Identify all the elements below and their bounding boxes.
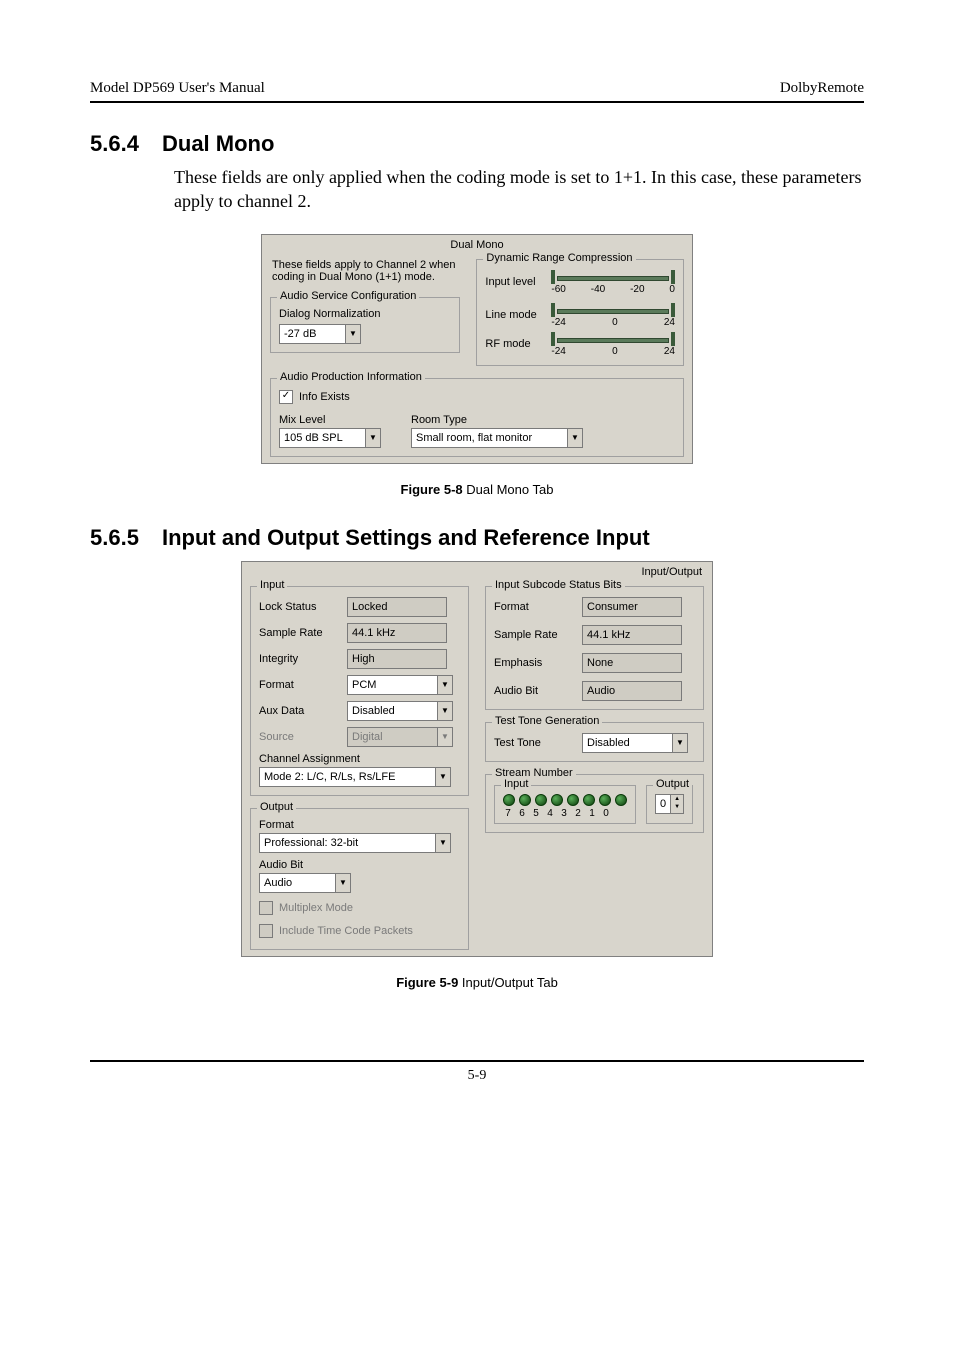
combo-value: -27 dB — [280, 325, 345, 343]
slider-rf-mode[interactable] — [551, 332, 675, 346]
section-body-dual-mono: These fields are only applied when the c… — [174, 165, 864, 214]
page-number: 5-9 — [90, 1068, 864, 1084]
combo-dialog-norm[interactable]: -27 dB ▼ — [279, 324, 361, 344]
label-input-format: Format — [259, 679, 339, 691]
combo-input-format[interactable]: PCM ▼ — [347, 675, 453, 695]
section-number: 5.6.4 — [90, 131, 162, 157]
label-test-tone: Test Tone — [494, 737, 574, 749]
dialog-input-output: Input/Output Input Lock Status Locked Sa… — [241, 561, 713, 957]
label-aux-data: Aux Data — [259, 705, 339, 717]
section-heading-io: 5.6.5Input and Output Settings and Refer… — [90, 525, 864, 551]
chevron-down-icon[interactable]: ▼ — [365, 429, 380, 447]
section-title: Dual Mono — [162, 131, 274, 156]
header-right: DolbyRemote — [780, 80, 864, 97]
field-isb-format: Consumer — [582, 597, 682, 617]
combo-channel-assignment[interactable]: Mode 2: L/C, R/Ls, Rs/LFE ▼ — [259, 767, 451, 787]
section-heading-dual-mono: 5.6.4Dual Mono — [90, 131, 864, 157]
group-test-tone: Test Tone Generation Test Tone Disabled … — [485, 722, 704, 762]
combo-output-format[interactable]: Professional: 32-bit ▼ — [259, 833, 451, 853]
label-integrity: Integrity — [259, 653, 339, 665]
checkbox-multiplex-mode: Multiplex Mode — [259, 901, 353, 915]
chevron-down-icon[interactable]: ▼ — [567, 429, 582, 447]
group-drc: Dynamic Range Compression Input level -6… — [476, 259, 684, 366]
label-isb-emphasis: Emphasis — [494, 657, 574, 669]
label-isb-audio-bit: Audio Bit — [494, 685, 574, 697]
label-lock-status: Lock Status — [259, 601, 339, 613]
spin-output-stream[interactable]: 0 ▲▼ — [655, 794, 684, 814]
field-isb-audio-bit: Audio — [582, 681, 682, 701]
chevron-down-icon[interactable]: ▼ — [435, 834, 450, 852]
field-sample-rate: 44.1 kHz — [347, 623, 447, 643]
combo-mix-level[interactable]: 105 dB SPL ▼ — [279, 428, 381, 448]
chevron-down-icon: ▼ — [437, 728, 452, 746]
combo-test-tone[interactable]: Disabled ▼ — [582, 733, 688, 753]
group-input-subcode: Input Subcode Status Bits Format Consume… — [485, 586, 704, 710]
chevron-down-icon[interactable]: ▼ — [345, 325, 360, 343]
led-row — [503, 794, 627, 806]
group-stream-number: Stream Number Input 7654 3210 — [485, 774, 704, 833]
chevron-down-icon[interactable]: ▼ — [672, 734, 687, 752]
legend-asc: Audio Service Configuration — [277, 290, 419, 302]
group-output: Output Format Professional: 32-bit ▼ Aud… — [250, 808, 469, 950]
field-integrity: High — [347, 649, 447, 669]
legend-sn-output: Output — [653, 778, 692, 790]
label-input-level: Input level — [485, 276, 545, 288]
legend-ttg: Test Tone Generation — [492, 715, 602, 727]
label-isb-format: Format — [494, 601, 574, 613]
legend-isb: Input Subcode Status Bits — [492, 579, 625, 591]
field-isb-emphasis: None — [582, 653, 682, 673]
label-dialog-norm: Dialog Normalization — [279, 308, 451, 320]
combo-aux-data[interactable]: Disabled ▼ — [347, 701, 453, 721]
field-lock-status: Locked — [347, 597, 447, 617]
dialog-dual-mono: Dual Mono These fields apply to Channel … — [261, 234, 693, 464]
section-title: Input and Output Settings and Reference … — [162, 525, 650, 550]
group-api: Audio Production Information ✓Info Exist… — [270, 378, 684, 457]
chevron-down-icon[interactable]: ▼ — [437, 702, 452, 720]
dialog-title: Dual Mono — [262, 235, 692, 253]
chevron-down-icon[interactable]: ▼ — [437, 676, 452, 694]
slider-input-level[interactable] — [551, 270, 675, 284]
slider-line-mode[interactable] — [551, 303, 675, 317]
label-sample-rate: Sample Rate — [259, 627, 339, 639]
group-input: Input Lock Status Locked Sample Rate 44.… — [250, 586, 469, 796]
label-isb-rate: Sample Rate — [494, 629, 574, 641]
legend-output: Output — [257, 801, 296, 813]
label-mix-level: Mix Level — [279, 414, 381, 426]
note-text: These fields apply to Channel 2 when cod… — [272, 259, 460, 283]
combo-room-type[interactable]: Small room, flat monitor ▼ — [411, 428, 583, 448]
label-rf-mode: RF mode — [485, 338, 545, 350]
header-left: Model DP569 User's Manual — [90, 80, 265, 97]
combo-output-audio-bit[interactable]: Audio ▼ — [259, 873, 351, 893]
combo-source: Digital ▼ — [347, 727, 453, 747]
chevron-down-icon[interactable]: ▼ — [435, 768, 450, 786]
group-sn-output: Output 0 ▲▼ — [646, 785, 693, 824]
label-channel-assignment: Channel Assignment — [259, 753, 460, 765]
legend-input: Input — [257, 579, 287, 591]
dialog-title: Input/Output — [242, 562, 712, 580]
label-line-mode: Line mode — [485, 309, 545, 321]
group-sn-input: Input 7654 3210 — [494, 785, 636, 824]
label-output-format: Format — [259, 819, 460, 831]
section-number: 5.6.5 — [90, 525, 162, 551]
legend-drc: Dynamic Range Compression — [483, 252, 635, 264]
label-output-audio-bit: Audio Bit — [259, 859, 460, 871]
figure-caption-5-9: Figure 5-9 Input/Output Tab — [90, 975, 864, 990]
field-isb-rate: 44.1 kHz — [582, 625, 682, 645]
label-source: Source — [259, 731, 339, 743]
led-numbers: 7654 3210 — [503, 808, 627, 819]
chevron-down-icon[interactable]: ▼ — [335, 874, 350, 892]
checkbox-include-time-code: Include Time Code Packets — [259, 924, 413, 938]
figure-caption-5-8: Figure 5-8 Dual Mono Tab — [90, 482, 864, 497]
legend-api: Audio Production Information — [277, 371, 425, 383]
checkbox-info-exists[interactable]: ✓Info Exists — [279, 390, 350, 404]
legend-sn-input: Input — [501, 778, 531, 790]
group-audio-service-config: Audio Service Configuration Dialog Norma… — [270, 297, 460, 353]
label-room-type: Room Type — [411, 414, 583, 426]
